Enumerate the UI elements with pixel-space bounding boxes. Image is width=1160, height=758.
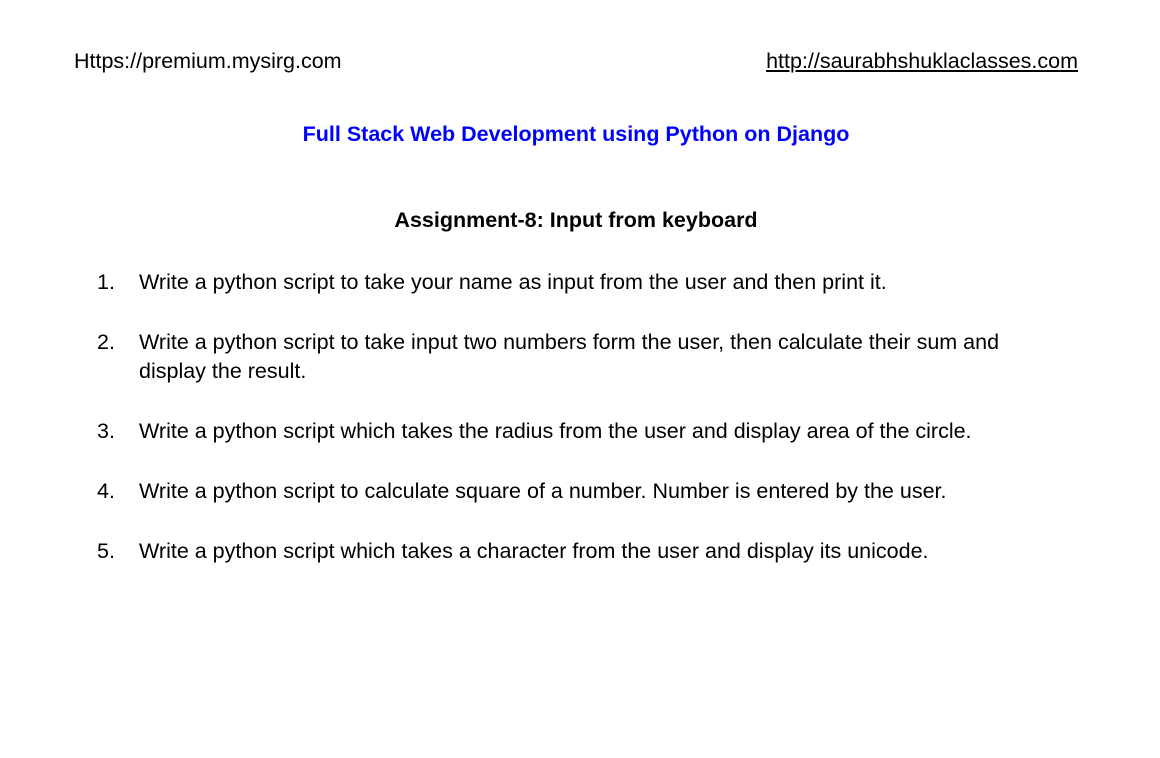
question-number: 5. [97,539,115,563]
question-number: 1. [97,270,115,294]
question-item: 3. Write a python script which takes the … [0,417,1064,446]
question-item: 1. Write a python script to take your nam… [0,268,1064,297]
question-number: 4. [97,479,115,503]
question-item: 5. Write a python script which takes a ch… [0,537,1064,566]
course-title: Full Stack Web Development using Python … [302,122,850,146]
header-right-link[interactable]: http://saurabhshuklaclasses.com [766,49,1078,74]
header-left-url: Https://premium.mysirg.com [74,49,342,73]
question-number: 3. [97,419,115,443]
question-list: 1. Write a python script to take your nam… [0,268,1064,597]
question-text: Write a python script to calculate squar… [139,479,947,503]
question-text: Write a python script which takes a char… [139,539,929,563]
question-number: 2. [97,330,115,354]
question-text: Write a python script to take input two … [139,330,1000,383]
assignment-title: Assignment-8: Input from keyboard [394,208,758,232]
question-text: Write a python script to take your name … [139,270,887,294]
question-item: 4. Write a python script to calculate squ… [0,477,1064,506]
question-item: 2. Write a python script to take input tw… [0,328,1064,386]
question-text: Write a python script which takes the ra… [139,419,972,443]
